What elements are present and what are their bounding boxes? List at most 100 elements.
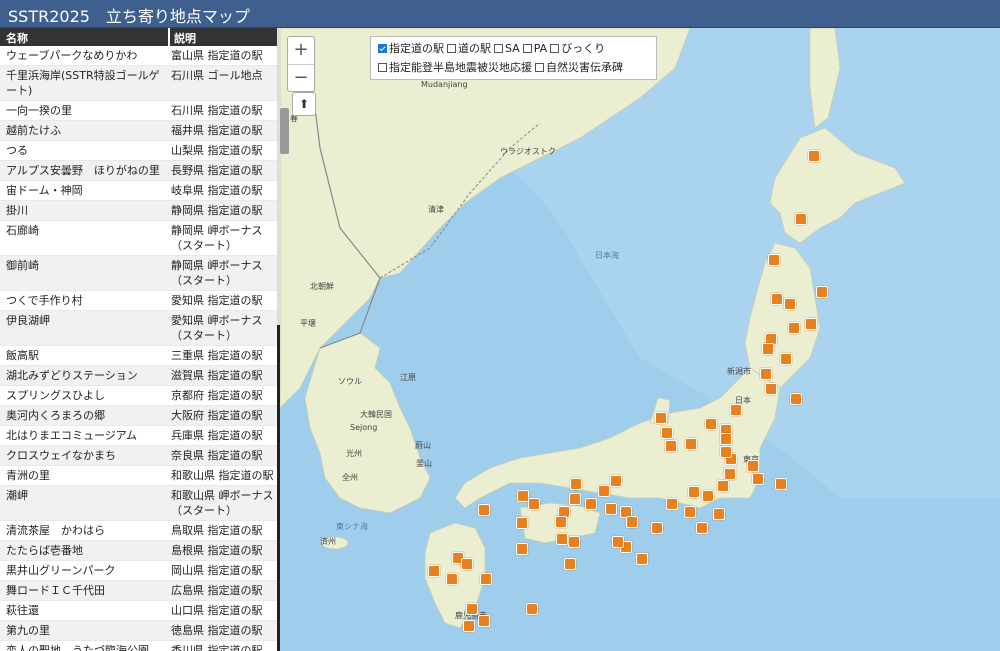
location-marker-icon[interactable] bbox=[760, 368, 772, 380]
table-row[interactable]: たたらば壱番地 島根県 指定道の駅 bbox=[0, 541, 278, 561]
filter-label[interactable]: 道の駅 bbox=[458, 42, 491, 55]
table-row[interactable]: 青洲の里 和歌山県 指定道の駅 bbox=[0, 466, 278, 486]
location-marker-icon[interactable] bbox=[480, 573, 492, 585]
table-row[interactable]: 宙ドーム・神岡 岐阜県 指定道の駅 bbox=[0, 181, 278, 201]
location-marker-icon[interactable] bbox=[788, 322, 800, 334]
filter-label[interactable]: SA bbox=[505, 42, 520, 55]
location-marker-icon[interactable] bbox=[771, 293, 783, 305]
filter-checkbox[interactable] bbox=[494, 44, 503, 53]
location-marker-icon[interactable] bbox=[747, 460, 759, 472]
location-marker-icon[interactable] bbox=[752, 473, 764, 485]
location-marker-icon[interactable] bbox=[526, 603, 538, 615]
table-row[interactable]: 第九の里 徳島県 指定道の駅 bbox=[0, 621, 278, 641]
filter-label[interactable]: 指定道の駅 bbox=[389, 42, 444, 55]
table-row[interactable]: つる 山梨県 指定道の駅 bbox=[0, 141, 278, 161]
location-marker-icon[interactable] bbox=[784, 298, 796, 310]
location-marker-icon[interactable] bbox=[461, 558, 473, 570]
table-row[interactable]: スプリングスひよし 京都府 指定道の駅 bbox=[0, 386, 278, 406]
table-row[interactable]: 伊良湖岬 愛知県 岬ボーナス（スタート） bbox=[0, 311, 278, 346]
table-row[interactable]: 千里浜海岸(SSTR特設ゴールゲート) 石川県 ゴール地点 bbox=[0, 66, 278, 101]
compass-icon[interactable]: ⬆ bbox=[292, 92, 316, 116]
table-row[interactable]: 掛川 静岡県 指定道の駅 bbox=[0, 201, 278, 221]
location-marker-icon[interactable] bbox=[564, 558, 576, 570]
table-row[interactable]: 萩往還 山口県 指定道の駅 bbox=[0, 601, 278, 621]
location-marker-icon[interactable] bbox=[724, 468, 736, 480]
location-marker-icon[interactable] bbox=[665, 440, 677, 452]
location-marker-icon[interactable] bbox=[696, 522, 708, 534]
location-marker-icon[interactable] bbox=[569, 493, 581, 505]
filter-label[interactable]: びっくり bbox=[561, 42, 605, 55]
location-marker-icon[interactable] bbox=[466, 603, 478, 615]
zoom-in-button[interactable]: + bbox=[288, 37, 314, 64]
location-marker-icon[interactable] bbox=[570, 478, 582, 490]
location-marker-icon[interactable] bbox=[651, 522, 663, 534]
location-marker-icon[interactable] bbox=[636, 553, 648, 565]
location-marker-icon[interactable] bbox=[661, 427, 673, 439]
filter-checkbox[interactable] bbox=[447, 44, 456, 53]
filter-option[interactable]: 道の駅 bbox=[444, 42, 491, 55]
location-marker-icon[interactable] bbox=[610, 475, 622, 487]
location-marker-icon[interactable] bbox=[805, 318, 817, 330]
filter-checkbox[interactable] bbox=[522, 44, 532, 53]
location-marker-icon[interactable] bbox=[666, 498, 678, 510]
location-marker-icon[interactable] bbox=[780, 353, 792, 365]
filter-checkbox[interactable] bbox=[535, 63, 544, 72]
location-marker-icon[interactable] bbox=[478, 504, 490, 516]
table-row[interactable]: ウェーブパークなめりかわ 富山県 指定道の駅 bbox=[0, 46, 278, 66]
location-marker-icon[interactable] bbox=[598, 485, 610, 497]
location-marker-icon[interactable] bbox=[428, 565, 440, 577]
column-header-description[interactable]: 説明 bbox=[174, 30, 196, 46]
table-row[interactable]: 恋人の聖地 うたづ臨海公園 香川県 指定道の駅 bbox=[0, 641, 278, 651]
location-marker-icon[interactable] bbox=[655, 412, 667, 424]
panel-resize-handle[interactable] bbox=[280, 108, 289, 154]
table-row[interactable]: つくで手作り村 愛知県 指定道の駅 bbox=[0, 291, 278, 311]
location-marker-icon[interactable] bbox=[555, 516, 567, 528]
column-header-name[interactable]: 名称 bbox=[6, 30, 28, 46]
location-marker-icon[interactable] bbox=[730, 404, 742, 416]
location-marker-icon[interactable] bbox=[816, 286, 828, 298]
table-row[interactable]: 舞ロードＩＣ千代田 広島県 指定道の駅 bbox=[0, 581, 278, 601]
location-marker-icon[interactable] bbox=[808, 150, 820, 162]
filter-option[interactable]: 指定能登半島地震被災地応援 bbox=[375, 61, 532, 74]
table-row[interactable]: 奥河内くろまろの郷 大阪府 指定道の駅 bbox=[0, 406, 278, 426]
table-row[interactable]: 越前たけふ 福井県 指定道の駅 bbox=[0, 121, 278, 141]
table-row[interactable]: 清流茶屋 かわはら 鳥取県 指定道の駅 bbox=[0, 521, 278, 541]
filter-option[interactable]: PA bbox=[520, 42, 547, 55]
table-row[interactable]: 湖北みずどりステーション 滋賀県 指定道の駅 bbox=[0, 366, 278, 386]
location-marker-icon[interactable] bbox=[478, 615, 490, 627]
location-marker-icon[interactable] bbox=[775, 478, 787, 490]
filter-label[interactable]: 指定能登半島地震被災地応援 bbox=[389, 61, 532, 74]
filter-option[interactable]: びっくり bbox=[547, 42, 605, 55]
location-marker-icon[interactable] bbox=[795, 213, 807, 225]
table-row[interactable]: 御前崎 静岡県 岬ボーナス（スタート） bbox=[0, 256, 278, 291]
location-marker-icon[interactable] bbox=[720, 446, 732, 458]
location-marker-icon[interactable] bbox=[516, 517, 528, 529]
column-divider[interactable] bbox=[168, 28, 170, 46]
zoom-out-button[interactable]: − bbox=[288, 64, 314, 92]
location-marker-icon[interactable] bbox=[765, 383, 777, 395]
location-marker-icon[interactable] bbox=[720, 433, 732, 445]
location-marker-icon[interactable] bbox=[528, 498, 540, 510]
map-view[interactable]: Mudanjiang ウラジオストク 清津 北朝鮮 平壌 ソウル 大韓民国 Se… bbox=[280, 28, 1000, 651]
table-row[interactable]: 飯高駅 三重県 指定道の駅 bbox=[0, 346, 278, 366]
location-marker-icon[interactable] bbox=[717, 480, 729, 492]
location-marker-icon[interactable] bbox=[713, 508, 725, 520]
location-marker-icon[interactable] bbox=[790, 393, 802, 405]
location-marker-icon[interactable] bbox=[626, 516, 638, 528]
table-row[interactable]: クロスウェイなかまち 奈良県 指定道の駅 bbox=[0, 446, 278, 466]
filter-option[interactable]: 自然災害伝承碑 bbox=[532, 61, 623, 74]
location-marker-icon[interactable] bbox=[684, 506, 696, 518]
filter-checkbox[interactable] bbox=[378, 44, 387, 53]
table-row[interactable]: 黒井山グリーンパーク 岡山県 指定道の駅 bbox=[0, 561, 278, 581]
location-marker-icon[interactable] bbox=[463, 620, 475, 632]
filter-option[interactable]: 指定道の駅 bbox=[375, 42, 444, 55]
filter-checkbox[interactable] bbox=[550, 44, 560, 53]
location-marker-icon[interactable] bbox=[762, 343, 774, 355]
location-marker-icon[interactable] bbox=[516, 543, 528, 555]
filter-label[interactable]: PA bbox=[534, 42, 547, 55]
location-list-panel[interactable]: 名称 説明 ウェーブパークなめりかわ 富山県 指定道の駅 千里浜海岸(SSTR特設ゴ… bbox=[0, 28, 280, 651]
location-marker-icon[interactable] bbox=[685, 438, 697, 450]
filter-checkbox[interactable] bbox=[378, 63, 387, 72]
table-row[interactable]: 北はりまエコミュージアム 兵庫県 指定道の駅 bbox=[0, 426, 278, 446]
location-marker-icon[interactable] bbox=[688, 486, 700, 498]
